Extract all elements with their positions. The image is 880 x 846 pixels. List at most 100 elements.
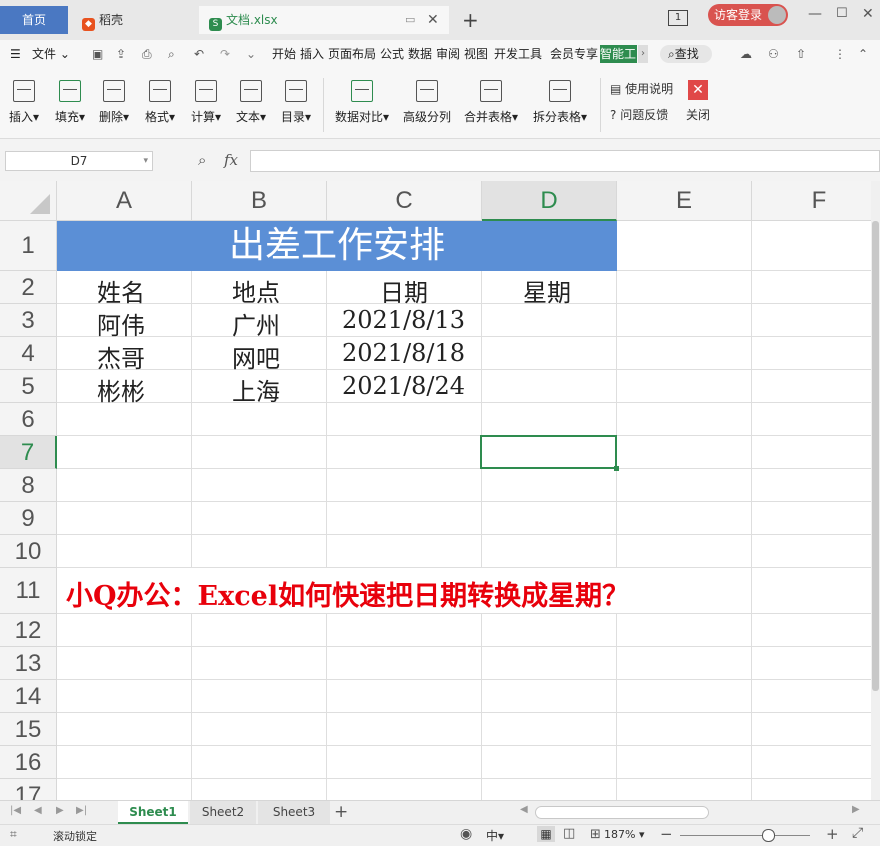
name-box[interactable]: D7 ▾ bbox=[5, 151, 153, 171]
zoom-in-icon[interactable]: + bbox=[826, 825, 839, 843]
text-button[interactable]: 文本▾ bbox=[233, 76, 269, 134]
save-icon[interactable]: ▣ bbox=[92, 45, 103, 63]
column-header-d[interactable]: D bbox=[482, 181, 617, 221]
horizontal-scrollbar-thumb[interactable] bbox=[535, 806, 709, 819]
fullscreen-icon[interactable]: ⤢ bbox=[852, 825, 863, 841]
toc-button[interactable]: 目录▾ bbox=[278, 76, 314, 134]
share-icon[interactable]: ⇧ bbox=[796, 45, 806, 63]
date-cell[interactable]: 2021/8/13 bbox=[342, 306, 465, 334]
column-header-b[interactable]: B bbox=[192, 181, 327, 221]
row-header-14[interactable]: 14 bbox=[0, 680, 57, 713]
header-weekday-cell[interactable]: 星期 bbox=[523, 273, 571, 308]
row-header-9[interactable]: 9 bbox=[0, 502, 57, 535]
menu-smart-tools[interactable]: 智能工 bbox=[600, 45, 637, 63]
zoom-slider-track[interactable] bbox=[680, 835, 810, 836]
eye-protect-icon[interactable]: ◉ bbox=[460, 826, 472, 842]
more-options-icon[interactable]: ⋮ bbox=[834, 45, 846, 63]
row-header-11[interactable]: 11 bbox=[0, 568, 57, 614]
column-header-f[interactable]: F bbox=[752, 181, 871, 221]
row-header-17[interactable]: 17 bbox=[0, 779, 57, 800]
menu-insert[interactable]: 插入 bbox=[300, 45, 324, 63]
redo-icon[interactable]: ↷ bbox=[220, 45, 230, 63]
name-cell[interactable]: 杰哥 bbox=[97, 339, 145, 374]
file-menu[interactable]: 文件 ⌄ bbox=[32, 45, 70, 63]
page-break-view-icon[interactable]: ⊞ bbox=[590, 827, 601, 842]
last-sheet-icon[interactable]: ▶| bbox=[76, 805, 87, 816]
data-compare-button[interactable]: 数据对比▾ bbox=[332, 76, 392, 134]
page-layout-view-icon[interactable]: ◫ bbox=[563, 826, 575, 841]
row-header-5[interactable]: 5 bbox=[0, 370, 57, 403]
menu-review[interactable]: 审阅 bbox=[436, 45, 460, 63]
close-toolbox-label[interactable]: 关闭 bbox=[686, 106, 710, 123]
new-tab-icon[interactable]: + bbox=[462, 8, 479, 32]
search-box[interactable]: ⌕查找 bbox=[660, 45, 712, 63]
page-count-badge[interactable]: 1 bbox=[668, 10, 688, 26]
row-header-6[interactable]: 6 bbox=[0, 403, 57, 436]
tab-daoke[interactable]: ◆ 稻壳 bbox=[70, 6, 198, 34]
tab-document[interactable]: S 文档.xlsx ▭ ✕ bbox=[199, 6, 449, 34]
split-table-button[interactable]: 拆分表格▾ bbox=[528, 76, 592, 134]
close-window-icon[interactable]: ✕ bbox=[862, 6, 874, 22]
sheet-tab-3[interactable]: Sheet3 bbox=[258, 801, 330, 824]
menu-developer[interactable]: 开发工具 bbox=[494, 45, 542, 63]
login-button[interactable]: 访客登录 bbox=[708, 4, 788, 26]
export-icon[interactable]: ⇪ bbox=[116, 45, 126, 63]
menu-member[interactable]: 会员专享 bbox=[550, 45, 598, 63]
share-user-icon[interactable]: ⚇ bbox=[768, 45, 779, 63]
tab-home[interactable]: 首页 bbox=[0, 6, 68, 34]
vertical-scrollbar-thumb[interactable] bbox=[872, 221, 879, 691]
place-cell[interactable]: 网吧 bbox=[232, 339, 280, 374]
fx-icon[interactable]: fx bbox=[224, 151, 238, 169]
feedback-button[interactable]: ? 问题反馈 bbox=[610, 106, 668, 123]
cloud-icon[interactable]: ☁ bbox=[740, 45, 752, 63]
select-all-corner[interactable] bbox=[0, 181, 57, 221]
insert-tool-button[interactable]: 插入▾ bbox=[6, 76, 42, 134]
advanced-split-button[interactable]: 高级分列 bbox=[400, 76, 454, 134]
hamburger-icon[interactable]: ☰ bbox=[10, 45, 21, 63]
sheet-tab-2[interactable]: Sheet2 bbox=[190, 801, 256, 824]
selected-cell-d7[interactable] bbox=[480, 435, 619, 471]
header-name-cell[interactable]: 姓名 bbox=[97, 273, 145, 308]
prev-sheet-icon[interactable]: ◀ bbox=[34, 805, 42, 816]
row-header-1[interactable]: 1 bbox=[0, 221, 57, 271]
more-chevron-icon[interactable]: ⌄ bbox=[246, 45, 256, 63]
row-header-12[interactable]: 12 bbox=[0, 614, 57, 647]
row-header-4[interactable]: 4 bbox=[0, 337, 57, 370]
formula-input[interactable] bbox=[250, 150, 880, 172]
menu-scroll-right-icon[interactable]: › bbox=[638, 45, 648, 63]
undo-icon[interactable]: ↶ bbox=[194, 45, 204, 63]
header-place-cell[interactable]: 地点 bbox=[232, 273, 280, 308]
zoom-level[interactable]: 187% ▾ bbox=[604, 828, 644, 841]
format-button[interactable]: 格式▾ bbox=[142, 76, 178, 134]
column-header-c[interactable]: C bbox=[327, 181, 482, 221]
add-sheet-icon[interactable]: + bbox=[334, 802, 348, 822]
column-header-a[interactable]: A bbox=[57, 181, 192, 221]
row-header-10[interactable]: 10 bbox=[0, 535, 57, 568]
minimize-icon[interactable]: — bbox=[808, 6, 822, 22]
title-cell[interactable]: 出差工作安排 bbox=[57, 221, 617, 271]
collapse-ribbon-icon[interactable]: ⌃ bbox=[858, 45, 868, 63]
vertical-scrollbar[interactable] bbox=[871, 181, 880, 800]
next-sheet-icon[interactable]: ▶ bbox=[56, 805, 64, 816]
date-cell[interactable]: 2021/8/18 bbox=[342, 339, 465, 367]
merge-tables-button[interactable]: 合并表格▾ bbox=[460, 76, 522, 134]
spreadsheet-grid[interactable]: A B C D E F 1 2 3 4 5 6 7 8 9 10 11 12 1… bbox=[0, 181, 871, 800]
fill-handle[interactable] bbox=[614, 466, 619, 471]
preview-icon[interactable]: ⌕ bbox=[168, 45, 175, 63]
delete-button[interactable]: 删除▾ bbox=[96, 76, 132, 134]
menu-data[interactable]: 数据 bbox=[408, 45, 432, 63]
row-header-8[interactable]: 8 bbox=[0, 469, 57, 502]
row-header-15[interactable]: 15 bbox=[0, 713, 57, 746]
menu-page-layout[interactable]: 页面布局 bbox=[328, 45, 376, 63]
column-header-e[interactable]: E bbox=[617, 181, 752, 221]
name-cell[interactable]: 阿伟 bbox=[97, 306, 145, 341]
print-icon[interactable]: ⎙ bbox=[142, 45, 152, 63]
scroll-left-icon[interactable]: ◀ bbox=[520, 804, 530, 815]
close-toolbox-icon[interactable]: ✕ bbox=[688, 80, 708, 100]
monitor-icon[interactable]: ▭ bbox=[405, 6, 415, 34]
calculate-button[interactable]: 计算▾ bbox=[188, 76, 224, 134]
close-tab-icon[interactable]: ✕ bbox=[427, 6, 439, 34]
help-button[interactable]: ▤ 使用说明 bbox=[610, 80, 673, 97]
menu-formula[interactable]: 公式 bbox=[380, 45, 404, 63]
place-cell[interactable]: 上海 bbox=[232, 372, 280, 407]
